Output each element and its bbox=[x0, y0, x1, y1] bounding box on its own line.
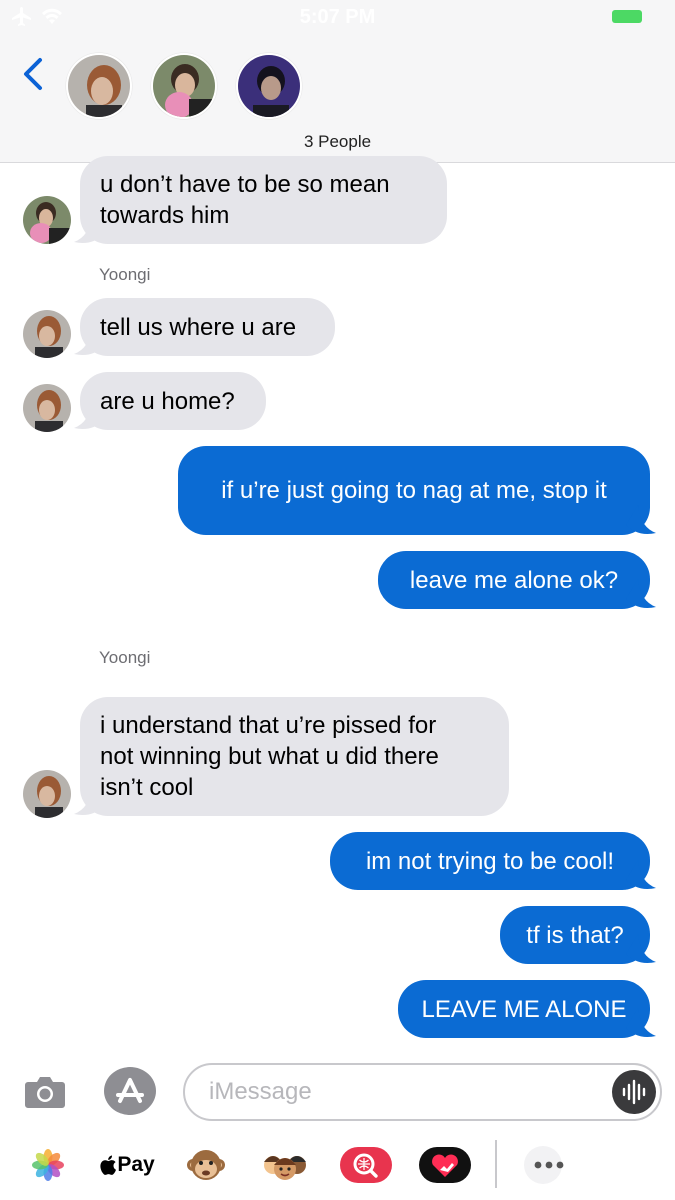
apple-pay-app-icon[interactable]: Pay bbox=[97, 1141, 157, 1189]
drawer-divider bbox=[495, 1140, 497, 1188]
apple-logo-icon bbox=[100, 1155, 117, 1175]
search-images-app-icon[interactable] bbox=[338, 1141, 394, 1189]
app-store-icon[interactable] bbox=[103, 1066, 157, 1116]
photos-app-icon[interactable] bbox=[28, 1141, 68, 1189]
audio-waveform-icon[interactable] bbox=[612, 1070, 656, 1114]
apple-pay-label: Pay bbox=[117, 1153, 155, 1176]
bubble-tails bbox=[74, 214, 656, 1037]
camera-icon[interactable] bbox=[24, 1073, 66, 1111]
message-input[interactable] bbox=[183, 1063, 662, 1121]
more-apps-icon[interactable] bbox=[522, 1141, 578, 1189]
animoji-monkey-icon[interactable] bbox=[184, 1141, 228, 1189]
digital-touch-icon[interactable] bbox=[417, 1141, 473, 1189]
memoji-stickers-icon[interactable] bbox=[260, 1141, 310, 1189]
